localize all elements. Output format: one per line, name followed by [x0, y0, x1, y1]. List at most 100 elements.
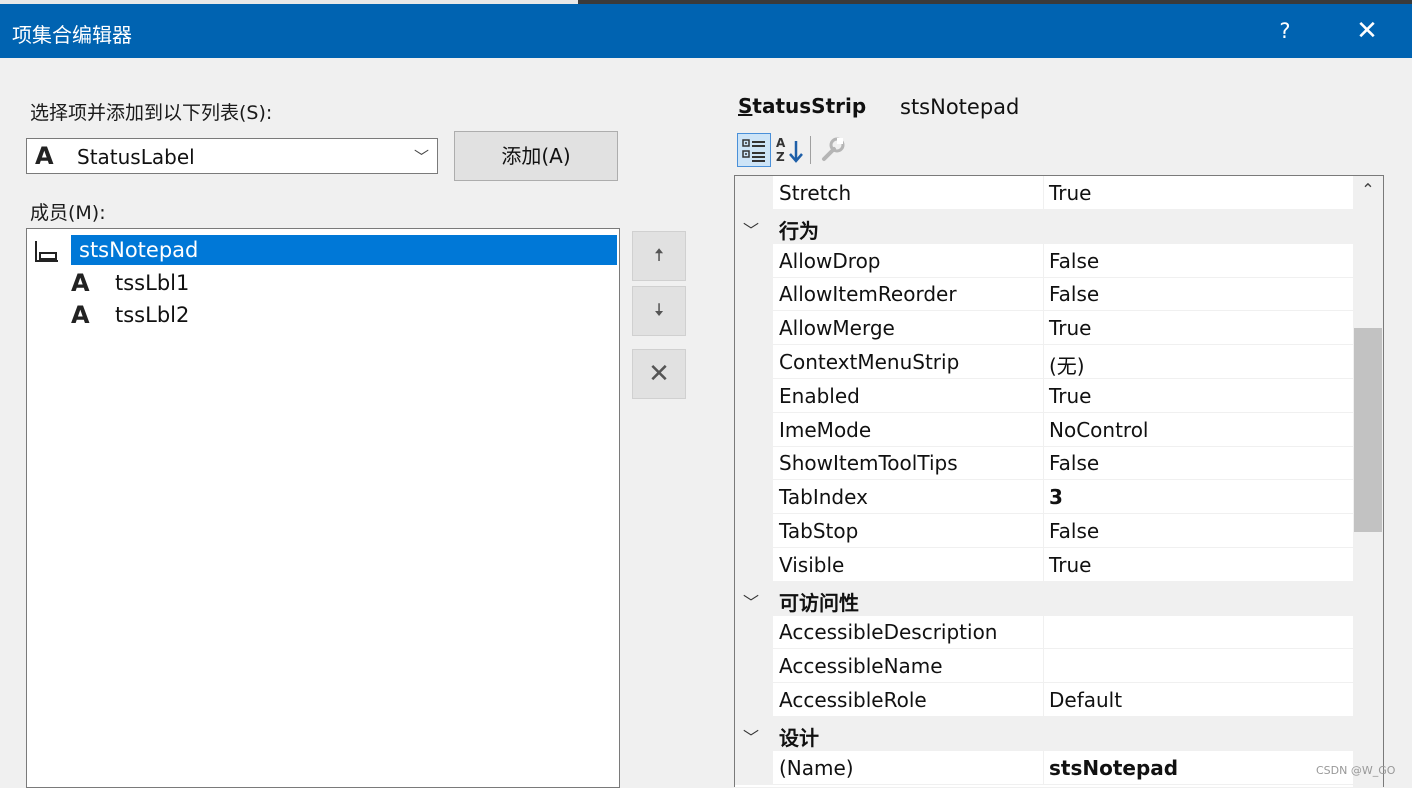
property-row[interactable]: AllowMerge True	[735, 311, 1353, 345]
item-type-combobox[interactable]: A StatusLabel ﹀	[26, 138, 438, 174]
property-column-divider	[1043, 751, 1044, 785]
property-row-margin	[735, 548, 773, 582]
scrollbar-thumb[interactable]	[1354, 328, 1382, 532]
chevron-down-icon[interactable]: ﹀	[743, 217, 759, 241]
property-value[interactable]: Default	[1049, 688, 1122, 712]
property-name: Enabled	[779, 384, 860, 408]
tree-item-label: tssLbl1	[115, 271, 190, 295]
property-value[interactable]: stsNotepad	[1049, 756, 1178, 780]
alphabetical-view-button[interactable]: A Z	[774, 133, 806, 167]
property-row[interactable]: TabStop False	[735, 514, 1353, 548]
component-type-rest: tatusStrip	[752, 94, 867, 118]
property-name: AccessibleRole	[779, 688, 927, 712]
delete-icon: ✕	[648, 359, 670, 389]
property-row-margin	[735, 480, 773, 514]
property-category[interactable]: ﹀ 行为	[735, 210, 1353, 244]
add-button[interactable]: 添加(A)	[454, 131, 618, 181]
property-row[interactable]: ShowItemToolTips False	[735, 446, 1353, 480]
property-name: AccessibleName	[779, 654, 943, 678]
property-category-name: 可访问性	[779, 591, 859, 615]
property-category[interactable]: ﹀ 设计	[735, 717, 1353, 751]
members-label: 成员(M):	[30, 202, 106, 224]
property-row-margin	[735, 176, 773, 210]
categorized-view-button[interactable]	[737, 133, 771, 167]
chevron-down-icon[interactable]: ﹀	[414, 146, 429, 167]
arrow-down-icon: 🠇	[654, 300, 664, 321]
property-name: AccessibleDescription	[779, 620, 998, 644]
move-down-button[interactable]: 🠇	[632, 286, 686, 336]
property-name: AllowDrop	[779, 249, 881, 273]
property-row[interactable]: TabIndex 3	[735, 480, 1353, 514]
property-name: ImeMode	[779, 418, 872, 442]
property-value[interactable]: True	[1049, 181, 1091, 205]
tree-item-root[interactable]: stsNotepad	[71, 235, 617, 265]
property-column-divider	[1043, 446, 1044, 480]
property-grid[interactable]: Stretch True ﹀ 行为 AllowDrop False AllowItemReo…	[734, 175, 1384, 787]
property-name: TabStop	[779, 519, 859, 543]
members-tree[interactable]: stsNotepad A tssLbl1 A tssLbl2	[26, 228, 620, 788]
sort-alphabetical-icon: A Z	[776, 136, 803, 164]
delete-button[interactable]: ✕	[632, 349, 686, 399]
property-value[interactable]: True	[1049, 553, 1091, 577]
property-row-margin	[735, 277, 773, 311]
property-row[interactable]: AccessibleDescription	[735, 615, 1353, 649]
property-value[interactable]: True	[1049, 384, 1091, 408]
property-category-name: 行为	[779, 219, 819, 243]
property-value[interactable]: (无)	[1049, 350, 1085, 379]
help-button[interactable]: ?	[1262, 4, 1308, 58]
property-category-name: 设计	[779, 726, 819, 750]
property-column-divider	[1043, 514, 1044, 548]
property-row-margin	[735, 446, 773, 480]
property-column-divider	[1043, 683, 1044, 717]
property-value[interactable]: False	[1049, 451, 1099, 475]
svg-text:Z: Z	[776, 150, 785, 164]
property-pages-button[interactable]	[818, 133, 848, 167]
status-label-icon: A	[71, 269, 90, 297]
property-row[interactable]: Visible True	[735, 548, 1353, 582]
status-strip-icon	[35, 241, 58, 262]
property-category[interactable]: ﹀ 可访问性	[735, 582, 1353, 616]
property-name: Stretch	[779, 181, 852, 205]
property-row-margin	[735, 683, 773, 717]
property-row[interactable]: Stretch True	[735, 176, 1353, 210]
arrow-up-icon: 🠅	[654, 245, 664, 266]
property-name: AllowItemReorder	[779, 282, 957, 306]
property-row[interactable]: AllowItemReorder False	[735, 277, 1353, 311]
property-row[interactable]: AccessibleRole Default	[735, 683, 1353, 717]
property-row[interactable]: Enabled True	[735, 379, 1353, 413]
move-up-button[interactable]: 🠅	[632, 231, 686, 281]
close-button[interactable]: ✕	[1344, 4, 1390, 58]
select-item-label: 选择项并添加到以下列表(S):	[30, 102, 273, 124]
property-row[interactable]: AccessibleName	[735, 649, 1353, 683]
status-label-icon: A	[35, 142, 54, 170]
status-label-icon: A	[71, 301, 90, 329]
property-value[interactable]: NoControl	[1049, 418, 1149, 442]
component-name: stsNotepad	[900, 95, 1020, 119]
toolbar-separator	[810, 136, 811, 164]
property-column-divider	[1043, 548, 1044, 582]
property-row[interactable]: ImeMode NoControl	[735, 413, 1353, 447]
wrench-icon	[822, 137, 845, 161]
property-name: Visible	[779, 553, 845, 577]
window-title: 项集合编辑器	[12, 23, 132, 47]
component-type-accelerator: S	[738, 94, 753, 118]
categorized-icon	[742, 139, 765, 162]
property-value[interactable]: False	[1049, 249, 1099, 273]
property-row[interactable]: AllowDrop False	[735, 244, 1353, 278]
property-column-divider	[1043, 345, 1044, 379]
property-column-divider	[1043, 379, 1044, 413]
property-row[interactable]: (Name) stsNotepad	[735, 751, 1353, 785]
property-value[interactable]: False	[1049, 519, 1099, 543]
property-value[interactable]: True	[1049, 316, 1091, 340]
property-row-margin	[735, 311, 773, 345]
property-name: AllowMerge	[779, 316, 895, 340]
property-value[interactable]: False	[1049, 282, 1099, 306]
property-value[interactable]: 3	[1049, 485, 1063, 509]
property-row-margin	[735, 649, 773, 683]
property-row[interactable]: ContextMenuStrip (无)	[735, 345, 1353, 379]
property-row-margin	[735, 413, 773, 447]
chevron-up-icon[interactable]: ⌃	[1353, 176, 1383, 204]
chevron-down-icon[interactable]: ﹀	[743, 589, 759, 613]
property-grid-scrollbar[interactable]: ⌃	[1353, 176, 1383, 787]
chevron-down-icon[interactable]: ﹀	[743, 724, 759, 748]
